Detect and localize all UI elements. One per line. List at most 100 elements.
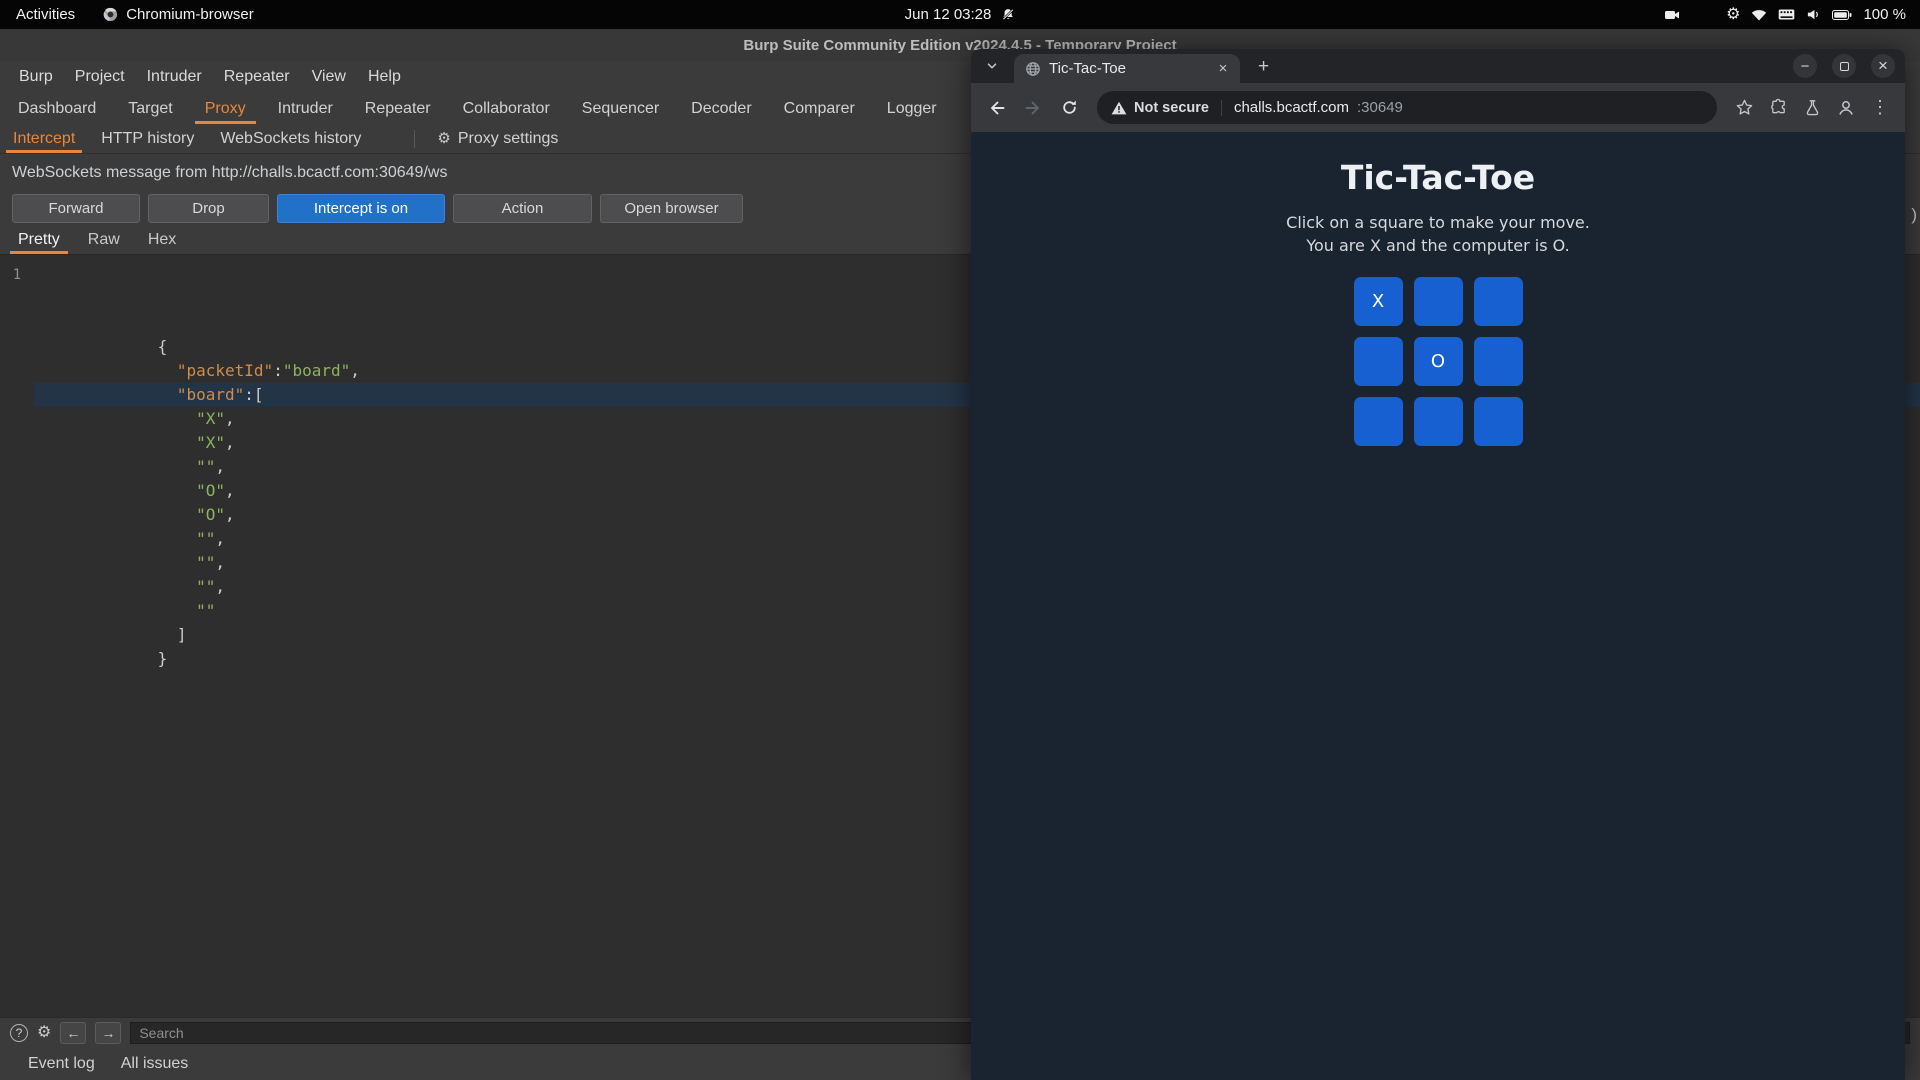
code-token: ,: [215, 553, 226, 572]
burp-menu-item[interactable]: Project: [64, 61, 136, 93]
burp-main-tab[interactable]: Comparer: [768, 93, 871, 124]
tab-search-chevron-icon[interactable]: [985, 59, 999, 78]
burp-menu-item[interactable]: Repeater: [213, 61, 301, 93]
url-bar[interactable]: Not secure challs.bcactf.com:30649: [1097, 91, 1717, 124]
battery-percentage: 100 %: [1863, 6, 1906, 23]
burp-subtab-list: Intercept HTTP history WebSockets history: [0, 124, 374, 153]
burp-proxy-subtab[interactable]: Intercept: [0, 124, 88, 153]
code-token: "": [196, 457, 216, 476]
burp-main-tab[interactable]: Decoder: [675, 93, 767, 124]
burp-menu-item[interactable]: View: [301, 61, 357, 93]
websocket-message-label: WebSockets message from http://challs.bc…: [12, 163, 448, 181]
help-icon[interactable]: ?: [10, 1024, 28, 1042]
new-tab-button[interactable]: +: [1253, 56, 1274, 77]
search-settings-gear-icon[interactable]: ⚙: [37, 1025, 51, 1041]
burp-main-tab[interactable]: Logger: [871, 93, 953, 124]
open-browser-button[interactable]: Open browser: [600, 193, 743, 223]
burp-menu-item[interactable]: Burp: [8, 61, 64, 93]
board-cell[interactable]: O: [1413, 337, 1463, 386]
burp-main-tab[interactable]: Proxy: [189, 93, 262, 124]
warning-triangle-icon: [1111, 101, 1127, 115]
code-token: "": [196, 577, 216, 596]
editor-view-tab[interactable]: Pretty: [4, 225, 74, 254]
code-token: "": [196, 529, 216, 548]
burp-main-tab[interactable]: Sequencer: [566, 93, 675, 124]
clock-menu[interactable]: Jun 12 03:28: [905, 6, 1016, 23]
volume-icon: [1806, 7, 1821, 22]
security-chip[interactable]: Not secure: [1111, 100, 1209, 116]
profile-avatar-icon[interactable]: [1831, 93, 1861, 123]
editor-view-tab[interactable]: Hex: [134, 225, 190, 254]
forward-button[interactable]: [1017, 92, 1049, 124]
burp-menu-item[interactable]: Intruder: [136, 61, 213, 93]
search-next-button[interactable]: →: [95, 1022, 122, 1044]
tab-close-icon[interactable]: ×: [1214, 60, 1232, 78]
code-token: "": [196, 601, 216, 620]
security-label: Not secure: [1134, 99, 1209, 116]
extensions-puzzle-icon[interactable]: [1763, 93, 1793, 123]
code-token: "X": [196, 409, 226, 428]
focused-app-indicator[interactable]: Chromium-browser: [103, 6, 254, 23]
drop-button[interactable]: Drop: [148, 193, 269, 223]
battery-icon: [1832, 9, 1852, 21]
screencast-icon[interactable]: [1664, 7, 1680, 23]
burp-proxy-subtab[interactable]: WebSockets history: [207, 124, 374, 153]
focused-app-label: Chromium-browser: [126, 6, 254, 23]
all-issues-button[interactable]: All issues: [121, 1055, 189, 1073]
board-cell[interactable]: [1473, 397, 1523, 446]
window-controls: − ×: [1793, 54, 1895, 78]
search-prev-button[interactable]: ←: [60, 1022, 87, 1044]
proxy-settings-button[interactable]: ⚙ Proxy settings: [429, 130, 566, 148]
board-cell[interactable]: [1473, 277, 1523, 326]
code-token: "X": [196, 433, 226, 452]
chrome-tabstrip: Tic-Tac-Toe × + − ×: [971, 49, 1905, 83]
event-log-button[interactable]: Event log: [28, 1055, 95, 1073]
desktop: Activities Chromium-browser Jun 12 03:28…: [0, 0, 1920, 1080]
code-token: "O": [196, 505, 226, 524]
wifi-icon: [1751, 9, 1767, 21]
instruction-line-2: You are X and the computer is O.: [1306, 236, 1570, 255]
burp-main-tab[interactable]: Target: [112, 93, 188, 124]
editor-view-tab[interactable]: Raw: [74, 225, 134, 254]
board-cell[interactable]: X: [1353, 277, 1403, 326]
action-button[interactable]: Action: [453, 193, 592, 223]
code-token: ,: [225, 505, 235, 524]
close-button[interactable]: ×: [1871, 54, 1895, 78]
chrome-toolbar: Not secure challs.bcactf.com:30649 ⋮: [971, 83, 1905, 132]
burp-main-tab[interactable]: Dashboard: [2, 93, 112, 124]
tictactoe-page: Tic-Tac-Toe Click on a square to make yo…: [971, 132, 1905, 1080]
reload-button[interactable]: [1053, 92, 1085, 124]
intercept-toggle-button[interactable]: Intercept is on: [277, 193, 445, 223]
forward-button[interactable]: Forward: [12, 193, 140, 223]
maximize-button[interactable]: [1832, 54, 1856, 78]
board-cell[interactable]: [1473, 337, 1523, 386]
chromium-logo-icon: [103, 7, 118, 22]
editor-line-number: 1: [12, 267, 22, 283]
tictactoe-board: XO: [1353, 277, 1523, 446]
burp-main-tab[interactable]: Intruder: [262, 93, 349, 124]
burp-main-tab[interactable]: Repeater: [349, 93, 447, 124]
browser-tab[interactable]: Tic-Tac-Toe ×: [1014, 54, 1240, 83]
system-tray-menu[interactable]: ⚙ 100 %: [1726, 6, 1906, 23]
keyboard-icon: [1778, 9, 1795, 20]
burp-main-tab[interactable]: Collaborator: [447, 93, 566, 124]
activities-button[interactable]: Activities: [16, 6, 75, 23]
labs-beaker-icon[interactable]: [1797, 93, 1827, 123]
burp-menu-item[interactable]: Help: [357, 61, 412, 93]
burp-proxy-subtab[interactable]: HTTP history: [88, 124, 207, 153]
panel-edge-fragment: ): [1911, 205, 1917, 224]
board-cell[interactable]: [1353, 397, 1403, 446]
board-cell[interactable]: [1413, 277, 1463, 326]
board-cell[interactable]: [1353, 337, 1403, 386]
back-button[interactable]: [981, 92, 1013, 124]
minimize-button[interactable]: −: [1793, 54, 1817, 78]
bookmark-star-icon[interactable]: [1729, 93, 1759, 123]
maximize-icon: [1839, 61, 1849, 71]
code-token: ,: [215, 577, 226, 596]
code-tokens: }: [42, 625, 177, 668]
code-token: "O": [196, 481, 226, 500]
gnome-topbar: Activities Chromium-browser Jun 12 03:28…: [0, 0, 1920, 29]
menu-kebab-icon[interactable]: ⋮: [1865, 93, 1895, 123]
board-cell[interactable]: [1413, 397, 1463, 446]
instruction-line-1: Click on a square to make your move.: [1286, 213, 1590, 232]
